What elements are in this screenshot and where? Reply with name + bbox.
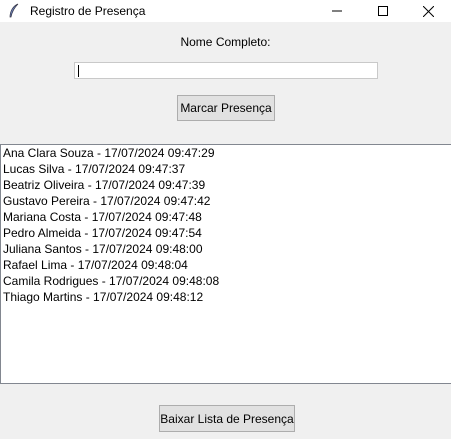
list-item[interactable]: Gustavo Pereira - 17/07/2024 09:47:42 [1, 193, 451, 209]
list-item[interactable]: Camila Rodrigues - 17/07/2024 09:48:08 [1, 273, 451, 289]
list-item[interactable]: Lucas Silva - 17/07/2024 09:47:37 [1, 161, 451, 177]
list-item[interactable]: Ana Clara Souza - 17/07/2024 09:47:29 [1, 145, 451, 161]
name-label: Nome Completo: [180, 35, 271, 49]
window-title: Registro de Presença [30, 4, 146, 18]
list-item[interactable]: Thiago Martins - 17/07/2024 09:48:12 [1, 289, 451, 305]
feather-icon [9, 3, 19, 18]
list-item[interactable]: Rafael Lima - 17/07/2024 09:48:04 [1, 257, 451, 273]
list-item[interactable]: Pedro Almeida - 17/07/2024 09:47:54 [1, 225, 451, 241]
text-caret [78, 65, 79, 77]
name-input[interactable] [74, 62, 378, 79]
list-item[interactable]: Beatriz Oliveira - 17/07/2024 09:47:39 [1, 177, 451, 193]
maximize-button[interactable] [360, 0, 406, 22]
close-icon [422, 5, 434, 17]
list-item[interactable]: Juliana Santos - 17/07/2024 09:48:00 [1, 241, 451, 257]
maximize-icon [378, 6, 388, 16]
close-button[interactable] [405, 0, 451, 22]
mark-attendance-button[interactable]: Marcar Presença [177, 95, 275, 121]
minimize-icon [332, 10, 342, 12]
attendance-list[interactable]: Ana Clara Souza - 17/07/2024 09:47:29 Lu… [0, 144, 451, 384]
minimize-button[interactable] [314, 0, 360, 22]
download-list-button[interactable]: Baixar Lista de Presença [159, 405, 295, 432]
title-bar: Registro de Presença [0, 0, 451, 22]
list-item[interactable]: Mariana Costa - 17/07/2024 09:47:48 [1, 209, 451, 225]
